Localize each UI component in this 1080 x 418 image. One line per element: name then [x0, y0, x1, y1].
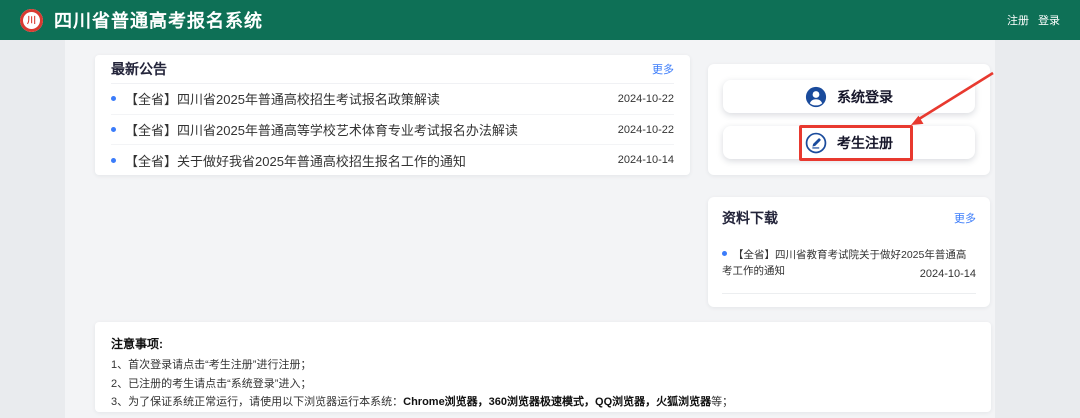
candidate-register-label: 考生注册: [837, 133, 893, 153]
candidate-register-button[interactable]: 考生注册: [723, 126, 975, 159]
announcements-card: 最新公告 更多 【全省】四川省2025年普通高校招生考试报名政策解读 2024-…: [95, 55, 690, 175]
downloads-card: 资料下载 更多 【全省】四川省教育考试院关于做好2025年普通高考工作的通知 2…: [708, 197, 990, 307]
download-date: 2024-10-14: [914, 268, 976, 280]
downloads-more-link[interactable]: 更多: [954, 210, 976, 226]
system-login-label: 系统登录: [837, 87, 893, 107]
announcement-date: 2024-10-22: [618, 124, 674, 136]
announcement-item[interactable]: 【全省】四川省2025年普通高校招生考试报名政策解读 2024-10-22: [111, 84, 674, 115]
bullet-icon: [111, 158, 116, 163]
announcement-date: 2024-10-22: [618, 93, 674, 105]
announcement-text: 【全省】四川省2025年普通高等学校艺术体育专业考试报名办法解读: [125, 120, 606, 139]
notes-line-3: 3、为了保证系统正常运行，请使用以下浏览器运行本系统：Chrome浏览器，360…: [111, 394, 975, 411]
login-link[interactable]: 登录: [1038, 12, 1060, 28]
content-wrapper: 最新公告 更多 【全省】四川省2025年普通高校招生考试报名政策解读 2024-…: [65, 40, 995, 418]
announcements-header: 最新公告 更多: [111, 55, 674, 84]
downloads-title: 资料下载: [722, 208, 778, 228]
notes-line-1: 1、首次登录请点击“考生注册”进行注册；: [111, 357, 975, 374]
announcements-more-link[interactable]: 更多: [652, 61, 674, 77]
app-header: 川 四川省普通高考报名系统 注册 登录: [0, 0, 1080, 40]
register-link[interactable]: 注册: [1007, 12, 1029, 28]
app-title: 四川省普通高考报名系统: [54, 7, 263, 33]
downloads-header: 资料下载 更多: [722, 205, 976, 231]
bullet-icon: [111, 127, 116, 132]
announcements-list: 【全省】四川省2025年普通高校招生考试报名政策解读 2024-10-22 【全…: [111, 84, 674, 175]
announcement-date: 2024-10-14: [618, 154, 674, 166]
actions-card: 系统登录 考生注册: [708, 64, 990, 175]
notes-card: 注意事项: 1、首次登录请点击“考生注册”进行注册； 2、已注册的考生请点击“系…: [95, 322, 991, 412]
app-logo-icon: 川: [20, 9, 43, 32]
announcements-title: 最新公告: [111, 59, 167, 79]
announcement-item[interactable]: 【全省】关于做好我省2025年普通高校招生报名工作的通知 2024-10-14: [111, 145, 674, 175]
user-circle-icon: [805, 86, 827, 108]
logo-glyph: 川: [27, 16, 36, 25]
header-nav: 注册 登录: [1007, 12, 1060, 28]
announcement-text: 【全省】四川省2025年普通高校招生考试报名政策解读: [125, 89, 606, 108]
system-login-button[interactable]: 系统登录: [723, 80, 975, 113]
notes-title: 注意事项:: [111, 335, 975, 352]
notes-line-2: 2、已注册的考生请点击“系统登录”进入；: [111, 376, 975, 393]
edit-circle-icon: [805, 132, 827, 154]
announcement-text: 【全省】关于做好我省2025年普通高校招生报名工作的通知: [125, 151, 606, 170]
bullet-icon: [722, 251, 727, 256]
bullet-icon: [111, 96, 116, 101]
download-item[interactable]: 【全省】四川省教育考试院关于做好2025年普通高考工作的通知 2024-10-1…: [722, 247, 976, 294]
page: 川 四川省普通高考报名系统 注册 登录 最新公告 更多 【全省】四川省2025年…: [0, 0, 1080, 418]
announcement-item[interactable]: 【全省】四川省2025年普通高等学校艺术体育专业考试报名办法解读 2024-10…: [111, 115, 674, 146]
